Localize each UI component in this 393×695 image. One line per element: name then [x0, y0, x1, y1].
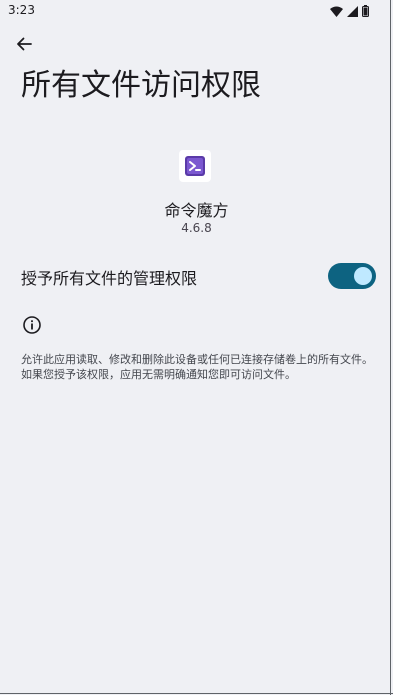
status-bar: 3:23: [0, 0, 393, 22]
app-version: 4.6.8: [181, 221, 212, 235]
page-title: 所有文件访问权限: [21, 68, 261, 103]
permission-description: 允许此应用读取、修改和删除此设备或任何已连接存储卷上的所有文件。如果您授予该权限…: [21, 353, 373, 381]
permission-toggle-row[interactable]: 授予所有文件的管理权限: [0, 252, 393, 298]
arrow-back-icon: [16, 36, 32, 56]
permission-label: 授予所有文件的管理权限: [21, 269, 198, 288]
screen-edge-right: [390, 0, 391, 695]
back-button[interactable]: [12, 34, 36, 58]
wifi-icon: [330, 2, 343, 21]
status-time: 3:23: [8, 3, 35, 17]
screen-edge-bottom: [0, 693, 393, 694]
toggle-thumb: [354, 267, 372, 285]
app-icon: [179, 150, 211, 182]
app-name: 命令魔方: [164, 201, 229, 220]
status-icons: [330, 4, 369, 18]
signal-icon: [347, 2, 358, 21]
permission-toggle[interactable]: [328, 263, 376, 289]
battery-icon: [362, 2, 369, 21]
info-icon: [22, 315, 42, 335]
